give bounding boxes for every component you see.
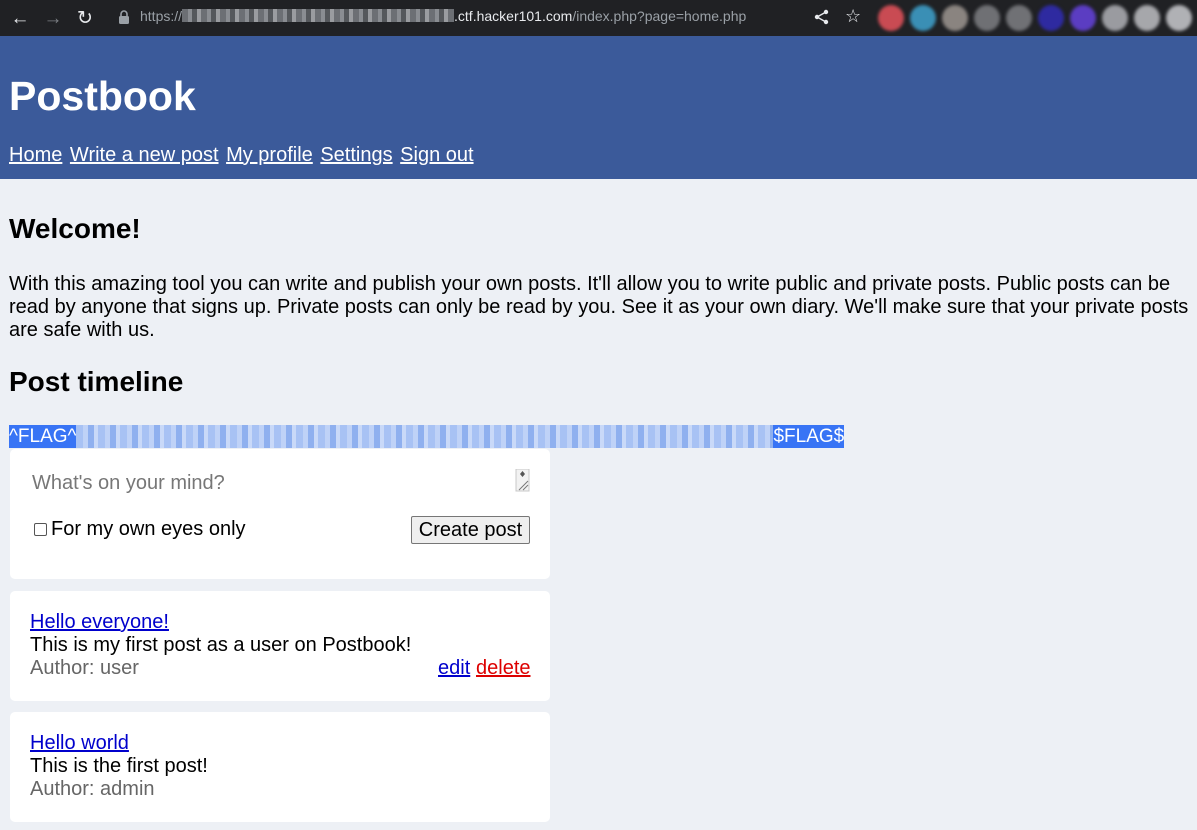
timeline-heading: Post timeline <box>9 366 184 397</box>
address-bar[interactable]: https:// .ctf.hacker101.com/index.php?pag… <box>140 8 746 24</box>
nav-my-profile-link[interactable]: My profile <box>226 144 313 166</box>
url-path: /index.php?page=home.php <box>572 8 747 24</box>
nav-settings-link[interactable]: Settings <box>320 144 392 166</box>
post-card: Hello everyone! This is my first post as… <box>10 591 550 701</box>
edit-post-link[interactable]: edit <box>438 657 470 680</box>
extension-icon[interactable] <box>942 5 968 31</box>
forward-arrow-icon[interactable]: → <box>41 6 65 30</box>
reload-icon[interactable]: ↻ <box>73 6 97 30</box>
private-label-text: For my own eyes only <box>51 518 246 540</box>
share-icon[interactable] <box>813 8 831 26</box>
post-body: This is my first post as a user on Postb… <box>30 634 412 656</box>
flag-start: ^FLAG^ <box>9 426 77 447</box>
nav-write-post-link[interactable]: Write a new post <box>70 144 219 166</box>
private-checkbox[interactable] <box>34 523 47 536</box>
bookmark-star-icon[interactable]: ☆ <box>845 6 861 27</box>
extension-icon[interactable] <box>974 5 1000 31</box>
post-author: Author: user <box>30 657 139 679</box>
flag-end: $FLAG$ <box>773 426 845 447</box>
main-nav: Home Write a new post My profile Setting… <box>9 144 476 167</box>
lock-icon <box>119 10 129 24</box>
extension-icons <box>878 3 1192 33</box>
private-checkbox-label[interactable]: For my own eyes only <box>34 518 246 541</box>
url-scheme: https:// <box>140 8 183 24</box>
url-host: .ctf.hacker101.com <box>454 8 573 24</box>
site-header: Postbook Home Write a new post My profil… <box>0 36 1197 179</box>
textarea-resize-icon[interactable] <box>515 469 530 493</box>
welcome-text: With this amazing tool you can write and… <box>9 273 1189 341</box>
post-title-link[interactable]: Hello world <box>30 732 129 755</box>
extension-icon[interactable] <box>910 5 936 31</box>
new-post-form: What's on your mind? For my own eyes onl… <box>10 449 550 579</box>
extension-icon[interactable] <box>1102 5 1128 31</box>
flag-redaction <box>76 425 774 448</box>
extension-icon[interactable] <box>1070 5 1096 31</box>
nav-home-link[interactable]: Home <box>9 144 62 166</box>
delete-post-link[interactable]: delete <box>476 657 531 680</box>
extension-icon[interactable] <box>878 5 904 31</box>
post-textarea[interactable]: What's on your mind? <box>32 469 530 497</box>
post-author: Author: admin <box>30 778 155 800</box>
flag-text: ^FLAG^ $FLAG$ <box>9 425 845 448</box>
browser-toolbar: ← → ↻ https:// .ctf.hacker101.com/index.p… <box>0 0 1197 36</box>
post-title-link[interactable]: Hello everyone! <box>30 611 169 634</box>
url-redaction <box>182 9 455 22</box>
back-arrow-icon[interactable]: ← <box>8 6 32 30</box>
welcome-heading: Welcome! <box>9 213 141 244</box>
post-body: This is the first post! <box>30 755 208 777</box>
site-title: Postbook <box>9 73 196 119</box>
nav-sign-out-link[interactable]: Sign out <box>400 144 473 166</box>
extension-icon[interactable] <box>1006 5 1032 31</box>
create-post-button[interactable]: Create post <box>411 516 530 544</box>
extension-icon[interactable] <box>1038 5 1064 31</box>
extension-icon[interactable] <box>1166 5 1192 31</box>
extension-icon[interactable] <box>1134 5 1160 31</box>
post-card: Hello world This is the first post! Auth… <box>10 712 550 822</box>
